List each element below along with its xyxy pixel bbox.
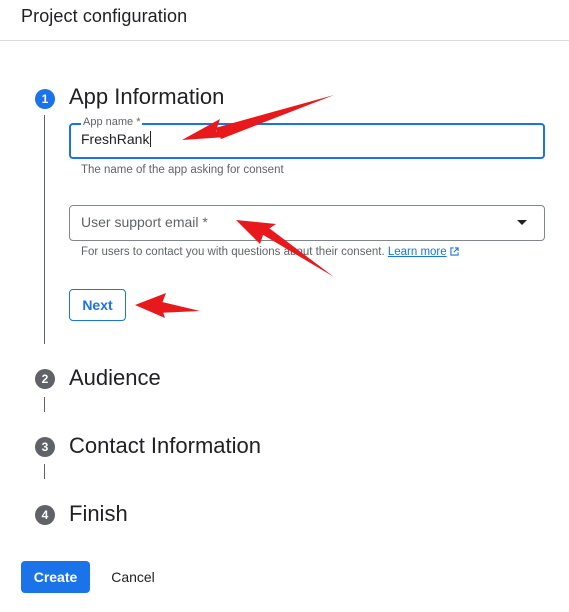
open-in-new-icon[interactable] xyxy=(449,246,460,260)
user-support-email-placeholder: User support email * xyxy=(81,214,208,230)
app-name-hint: The name of the app asking for consent xyxy=(81,164,284,176)
page-title: Project configuration xyxy=(21,6,188,26)
project-configuration-page: Project configuration 1 App Information … xyxy=(0,0,569,612)
text-cursor xyxy=(150,131,152,147)
next-button[interactable]: Next xyxy=(69,289,126,321)
step-3-number: 3 xyxy=(35,437,55,457)
step-1-number: 1 xyxy=(35,89,55,109)
support-email-hint-text: For users to contact you with questions … xyxy=(81,246,385,258)
arrow-to-next-button xyxy=(135,293,200,318)
learn-more-link[interactable]: Learn more xyxy=(388,246,447,258)
step-4-title[interactable]: Finish xyxy=(69,501,128,527)
user-support-email-hint: For users to contact you with questions … xyxy=(81,246,460,260)
app-name-input[interactable]: FreshRank xyxy=(81,131,152,147)
step-3-connector xyxy=(44,464,45,479)
step-1-connector xyxy=(44,115,45,344)
app-name-label: App name * xyxy=(81,116,143,128)
app-name-value: FreshRank xyxy=(81,131,150,147)
cancel-button[interactable]: Cancel xyxy=(102,561,164,593)
step-3-title[interactable]: Contact Information xyxy=(69,433,261,459)
step-4-number: 4 xyxy=(35,505,55,525)
step-2-title[interactable]: Audience xyxy=(69,365,161,391)
page-header: Project configuration xyxy=(0,0,569,41)
create-button[interactable]: Create xyxy=(21,561,90,593)
step-1-title[interactable]: App Information xyxy=(69,84,224,110)
step-2-connector xyxy=(44,397,45,412)
step-2-number: 2 xyxy=(35,369,55,389)
dropdown-arrow-icon[interactable] xyxy=(517,220,527,225)
